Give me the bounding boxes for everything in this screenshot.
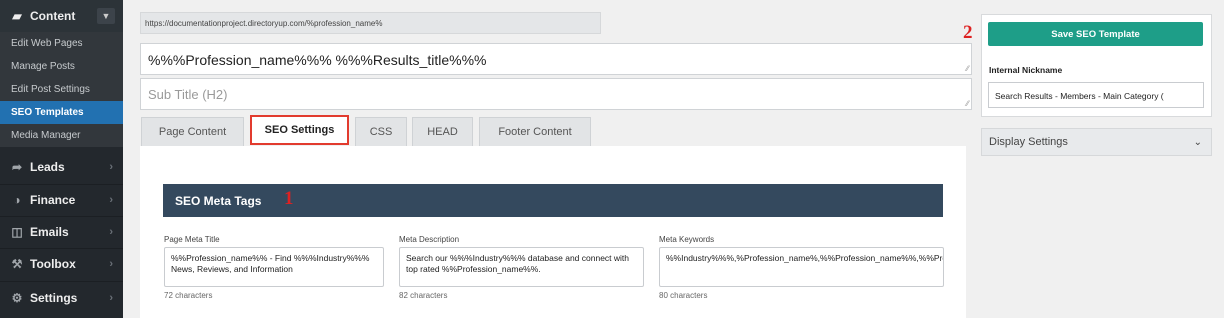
- sidebar-item-label: Leads: [30, 160, 65, 174]
- chevron-down-icon[interactable]: ▼: [97, 8, 115, 24]
- meta-title-value: %%Profession_name%% - Find %%%Industry%%…: [171, 253, 370, 274]
- sidebar-subitem-edit-web-pages[interactable]: Edit Web Pages: [0, 32, 123, 55]
- meta-keywords-field[interactable]: %%Industry%%%,%Profession_name%,%%Profes…: [659, 247, 944, 287]
- wrench-icon: ⚒: [11, 257, 23, 271]
- meta-keywords-value: %%Industry%%%,%Profession_name%,%%Profes…: [666, 253, 943, 263]
- seo-settings-panel: [140, 146, 966, 318]
- tab-head[interactable]: HEAD: [412, 117, 473, 146]
- field-label-meta-title: Page Meta Title: [164, 235, 220, 244]
- inbox-icon: ◫: [11, 225, 23, 239]
- sidebar-subitem-manage-posts[interactable]: Manage Posts: [0, 55, 123, 78]
- chevron-right-icon: ›: [109, 194, 113, 206]
- section-title: SEO Meta Tags: [175, 193, 262, 208]
- field-label-meta-keywords: Meta Keywords: [659, 235, 715, 244]
- sidebar-item-settings[interactable]: ⚙ Settings ›: [0, 282, 123, 314]
- sidebar-item-leads[interactable]: ➦ Leads ›: [0, 151, 123, 183]
- meta-description-value: Search our %%%Industry%%% database and c…: [406, 253, 630, 274]
- internal-nickname-label: Internal Nickname: [989, 65, 1063, 75]
- title-value: %%%Profession_name%%% %%%Results_title%%…: [148, 52, 487, 68]
- folder-icon: ▰: [12, 9, 22, 23]
- resize-handle-icon[interactable]: ∕∕: [966, 100, 969, 108]
- sidebar-item-label: Toolbox: [30, 257, 76, 271]
- page-url: https://documentationproject.directoryup…: [140, 12, 601, 34]
- sidebar-subitem-seo-templates[interactable]: SEO Templates: [0, 101, 123, 124]
- chevron-right-icon: ›: [109, 226, 113, 238]
- sidebar-item-emails[interactable]: ◫ Emails ›: [0, 216, 123, 248]
- sidebar-item-label: Finance: [30, 193, 76, 207]
- tab-css[interactable]: CSS: [355, 117, 407, 146]
- annotation-marker-2: 2: [963, 22, 973, 43]
- title-input[interactable]: %%%Profession_name%%% %%%Results_title%%…: [140, 43, 972, 75]
- gear-icon: ⚙: [11, 291, 23, 305]
- sidebar-item-label: Content: [30, 9, 76, 23]
- chevron-right-icon: ›: [109, 258, 113, 270]
- sidebar-item-toolbox[interactable]: ⚒ Toolbox ›: [0, 248, 123, 280]
- meta-description-field[interactable]: Search our %%%Industry%%% database and c…: [399, 247, 644, 287]
- sidebar-item-label: Emails: [30, 225, 69, 239]
- sidebar-item-content[interactable]: ▰ Content ▼: [0, 0, 123, 32]
- meta-title-field[interactable]: %%Profession_name%% - Find %%%Industry%%…: [164, 247, 384, 287]
- sidebar: ▰ Content ▼ Edit Web Pages Manage Posts …: [0, 0, 123, 318]
- sidebar-subitem-edit-post-settings[interactable]: Edit Post Settings: [0, 78, 123, 101]
- meta-description-char-count: 82 characters: [399, 291, 448, 300]
- chevron-right-icon: ›: [109, 292, 113, 304]
- meta-title-char-count: 72 characters: [164, 291, 213, 300]
- share-arrow-icon: ➦: [11, 160, 23, 174]
- pie-chart-icon: ◑: [13, 193, 21, 207]
- sidebar-item-label: Settings: [30, 291, 78, 305]
- annotation-marker-1: 1: [284, 188, 294, 209]
- display-settings-label: Display Settings: [989, 136, 1068, 148]
- chevron-down-icon: ⌄: [1193, 136, 1202, 148]
- internal-nickname-input[interactable]: Search Results - Members - Main Category…: [988, 82, 1204, 108]
- subtitle-placeholder: Sub Title (H2): [148, 87, 228, 102]
- save-seo-template-button[interactable]: Save SEO Template: [988, 22, 1203, 46]
- meta-keywords-char-count: 80 characters: [659, 291, 708, 300]
- tab-footer-content[interactable]: Footer Content: [479, 117, 591, 146]
- sidebar-item-finance[interactable]: ◑ Finance ›: [0, 184, 123, 216]
- sidebar-subitem-media-manager[interactable]: Media Manager: [0, 124, 123, 147]
- resize-handle-icon[interactable]: ∕∕: [966, 65, 969, 73]
- subtitle-input[interactable]: Sub Title (H2) ∕∕: [140, 78, 972, 110]
- section-header: SEO Meta Tags: [163, 184, 943, 217]
- chevron-right-icon: ›: [109, 161, 113, 173]
- field-label-meta-description: Meta Description: [399, 235, 460, 244]
- tab-seo-settings[interactable]: SEO Settings: [250, 115, 349, 145]
- tab-page-content[interactable]: Page Content: [141, 117, 244, 146]
- display-settings-toggle[interactable]: Display Settings ⌄: [981, 128, 1212, 156]
